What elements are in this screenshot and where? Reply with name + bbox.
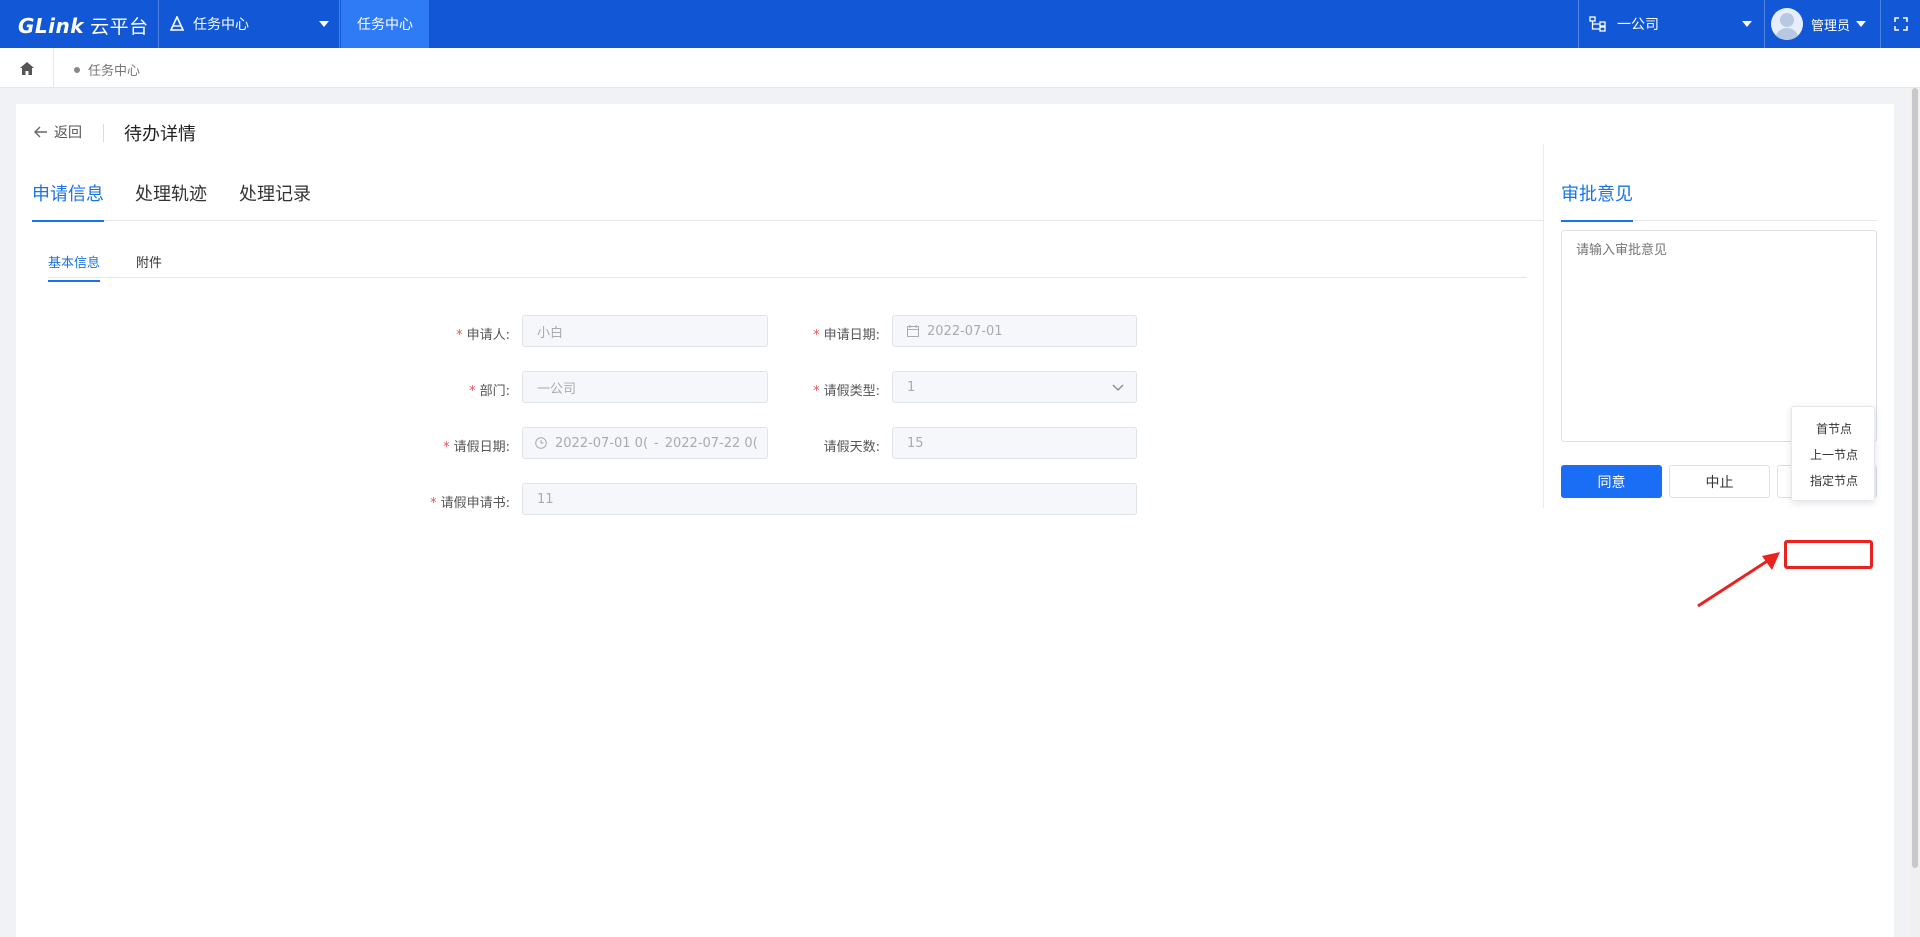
panel-divider xyxy=(1543,144,1544,508)
leave-period-range[interactable]: 2022-07-01 0( - 2022-07-22 0( xyxy=(522,427,768,459)
sub-tabs: 基本信息 附件 xyxy=(48,240,1527,282)
logo-cn-text: 云平台 xyxy=(90,16,149,38)
org-tree-icon xyxy=(1589,16,1606,32)
chevron-down-icon xyxy=(1112,384,1124,391)
tab-application-info[interactable]: 申请信息 xyxy=(32,180,104,222)
required-mark: * xyxy=(813,328,820,343)
leave-type-select[interactable]: 1 xyxy=(892,371,1137,403)
fullscreen-button[interactable] xyxy=(1880,0,1920,48)
scrollbar-thumb[interactable] xyxy=(1912,88,1918,868)
stop-button[interactable]: 中止 xyxy=(1669,465,1770,498)
page-title: 待办详情 xyxy=(124,124,196,145)
detail-card: 返回 待办详情 申请信息 处理轨迹 处理记录 基本信息 附件 * 申请人: 小白 … xyxy=(16,104,1894,937)
required-mark: * xyxy=(456,328,463,343)
back-button[interactable]: 返回 xyxy=(34,122,82,142)
leave-period-end: 2022-07-22 0( xyxy=(664,435,758,451)
menu-item-previous-node[interactable]: 上一节点 xyxy=(1792,446,1876,463)
task-center-icon xyxy=(169,16,185,31)
caret-down-icon xyxy=(1856,21,1867,27)
annotation-arrow-icon xyxy=(1697,552,1780,608)
leave-days-field[interactable]: 15 xyxy=(892,427,1137,459)
home-icon xyxy=(19,61,34,75)
back-label: 返回 xyxy=(54,125,82,141)
main-tabs: 申请信息 处理轨迹 处理记录 xyxy=(32,170,1543,222)
user-menu[interactable]: 管理员 xyxy=(1764,0,1880,48)
agree-button[interactable]: 同意 xyxy=(1561,465,1662,498)
breadcrumb-dot xyxy=(74,66,80,73)
caret-down-icon xyxy=(1742,21,1752,27)
caret-down-icon xyxy=(319,21,329,27)
apply-date-label: * 申请日期: xyxy=(813,328,880,343)
calendar-icon xyxy=(907,325,919,337)
home-button[interactable] xyxy=(0,48,54,88)
breadcrumb-bar: 任务中心 xyxy=(0,48,1920,88)
menu-item-specified-node[interactable]: 指定节点 xyxy=(1792,472,1876,489)
avatar xyxy=(1771,8,1803,40)
clock-icon xyxy=(535,437,547,449)
leave-days-label: 请假天数: xyxy=(823,440,880,455)
app-logo[interactable]: GLink 云平台 xyxy=(18,12,149,39)
tab-approval-opinion[interactable]: 审批意见 xyxy=(1561,180,1633,222)
required-mark: * xyxy=(469,384,476,399)
menu-item-first-node[interactable]: 首节点 xyxy=(1792,420,1876,437)
breadcrumb[interactable]: 任务中心 xyxy=(74,60,140,79)
department-label: * 部门: xyxy=(469,384,510,399)
tab-process-track[interactable]: 处理轨迹 xyxy=(135,180,207,220)
leave-period-label: * 请假日期: xyxy=(443,440,510,455)
module-label: 任务中心 xyxy=(193,17,249,33)
application-letter-label: * 请假申请书: xyxy=(430,496,510,511)
subtab-basic-info[interactable]: 基本信息 xyxy=(48,252,101,282)
title-divider xyxy=(103,124,104,142)
breadcrumb-current: 任务中心 xyxy=(88,64,141,79)
apply-date-field[interactable]: 2022-07-01 xyxy=(892,315,1137,347)
leave-period-start: 2022-07-01 0( xyxy=(555,435,649,451)
tab-process-record[interactable]: 处理记录 xyxy=(239,180,311,220)
applicant-label: * 申请人: xyxy=(456,328,510,343)
page-scrollbar[interactable] xyxy=(1910,88,1920,937)
department-field[interactable]: 一公司 xyxy=(522,371,768,403)
logo-brand: GLink xyxy=(18,14,85,38)
user-name: 管理员 xyxy=(1811,18,1851,34)
fullscreen-icon xyxy=(1893,17,1908,31)
arrow-left-icon xyxy=(34,126,47,138)
required-mark: * xyxy=(443,440,450,455)
company-selector[interactable]: 一公司 xyxy=(1578,0,1764,48)
range-separator: - xyxy=(654,435,659,451)
subtab-attachments[interactable]: 附件 xyxy=(136,252,162,280)
required-mark: * xyxy=(813,384,820,399)
return-options-menu: 首节点 上一节点 指定节点 xyxy=(1791,406,1875,501)
required-mark: * xyxy=(430,496,437,511)
leave-type-label: * 请假类型: xyxy=(813,384,880,399)
annotation-highlight-box xyxy=(1784,540,1873,569)
approval-tabs: 审批意见 xyxy=(1561,170,1877,222)
module-selector[interactable]: 任务中心 xyxy=(158,0,340,48)
applicant-field[interactable]: 小白 xyxy=(522,315,768,347)
application-letter-field[interactable]: 11 xyxy=(522,483,1137,515)
top-tab-task-center[interactable]: 任务中心 xyxy=(341,0,429,48)
company-label: 一公司 xyxy=(1617,17,1659,33)
top-nav-bar: GLink 云平台 任务中心 任务中心 一公司 管理员 xyxy=(0,0,1920,48)
